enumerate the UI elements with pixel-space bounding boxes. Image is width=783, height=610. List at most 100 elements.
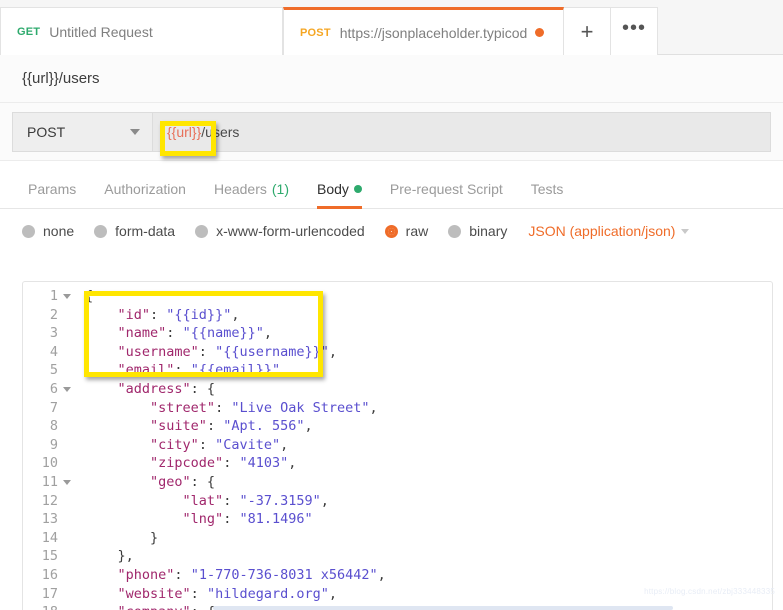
radio-form-data-label: form-data (115, 223, 176, 239)
editor-line-number: 15 (23, 547, 77, 566)
editor-line-number: 9 (23, 436, 77, 455)
editor-line-number: 14 (23, 529, 77, 548)
gutter-spacer (63, 405, 71, 410)
http-method-select[interactable]: POST (12, 111, 152, 152)
tab-title-label: Untitled Request (49, 23, 153, 40)
http-method-value: POST (27, 123, 66, 140)
editor-line-number: 5 (23, 361, 77, 380)
editor-code-line: "street": "Live Oak Street", (150, 399, 378, 416)
editor-line-number: 13 (23, 510, 77, 529)
request-body-editor[interactable]: 123456789101112131415161718 { "id": "{{i… (22, 281, 773, 610)
gutter-spacer (63, 312, 71, 317)
gutter-spacer (63, 461, 71, 466)
body-type-radio-group: none form-data x-www-form-urlencoded raw… (0, 209, 783, 253)
chevron-down-icon (681, 228, 690, 234)
watermark-text: https://blog.csdn.net/zbj333448335 (644, 587, 775, 596)
tab-pre-request-script[interactable]: Pre-request Script (376, 181, 517, 208)
gutter-spacer (63, 331, 71, 336)
editor-code-line: "email": "{{email}}", (117, 362, 289, 379)
radio-button-selected-icon (384, 224, 398, 238)
tab-title-label: https://jsonplaceholder.typicod (339, 24, 528, 41)
editor-line-number: 17 (23, 585, 77, 604)
gutter-spacer (63, 554, 71, 559)
headers-count-badge: (1) (271, 181, 289, 197)
tab-body[interactable]: Body (303, 181, 376, 209)
tab-pre-request-script-label: Pre-request Script (389, 181, 503, 197)
tab-authorization[interactable]: Authorization (90, 181, 200, 208)
editor-line-number: 7 (23, 399, 77, 418)
tab-options-button[interactable]: ••• (611, 7, 658, 55)
radio-button-icon (195, 224, 209, 238)
editor-code-line: "name": "{{name}}", (117, 325, 272, 342)
radio-button-icon (22, 224, 35, 238)
editor-code-line: "phone": "1-770-736-8031 x56442", (117, 566, 386, 583)
editor-code-line: { (85, 288, 94, 304)
body-format-value: JSON (application/json) (528, 223, 676, 239)
gutter-spacer (63, 573, 71, 578)
editor-code-line: "lng": "81.1496" (182, 511, 313, 528)
gutter-spacer (63, 424, 71, 429)
radio-binary-label: binary (469, 223, 508, 239)
gutter-spacer (63, 498, 71, 503)
editor-code-line: "id": "{{id}}", (117, 306, 240, 323)
editor-code-line: "lat": "-37.3159", (182, 492, 329, 509)
radio-binary[interactable]: binary (448, 223, 507, 239)
tab-headers[interactable]: Headers (1) (200, 181, 303, 208)
editor-horizontal-scrollbar[interactable] (213, 606, 673, 610)
gutter-spacer (63, 536, 71, 541)
gutter-spacer (63, 591, 71, 596)
radio-button-icon (448, 224, 462, 238)
gutter-spacer (63, 517, 71, 522)
url-path-text: /users (201, 123, 240, 140)
editor-code-area[interactable]: { "id": "{{id}}", "name": "{{name}}", "u… (77, 287, 772, 610)
url-input[interactable]: {{url}}/users (152, 111, 771, 152)
code-fold-icon[interactable] (63, 386, 71, 392)
editor-code-line: } (85, 529, 159, 546)
tab-tests[interactable]: Tests (517, 181, 578, 208)
editor-line-number: 16 (23, 566, 77, 585)
editor-line-number: 1 (23, 287, 77, 306)
editor-code-line: "city": "Cavite", (150, 436, 289, 453)
editor-line-number: 10 (23, 454, 77, 473)
radio-raw[interactable]: raw (384, 223, 429, 239)
gutter-spacer (63, 443, 71, 448)
editor-line-number: 8 (23, 417, 77, 436)
request-tab-untitled[interactable]: GET Untitled Request (0, 7, 283, 55)
editor-code-line: }, (85, 548, 134, 565)
editor-line-number-gutter: 123456789101112131415161718 (23, 287, 77, 610)
editor-line-number: 12 (23, 492, 77, 511)
tab-tests-label: Tests (530, 181, 564, 197)
editor-line-number: 18 (23, 603, 77, 610)
editor-line-number: 3 (23, 324, 77, 343)
radio-none-label: none (43, 223, 75, 239)
editor-line-number: 4 (23, 343, 77, 362)
tab-params[interactable]: Params (14, 181, 90, 208)
new-tab-button[interactable]: + (564, 7, 611, 55)
request-tab-jsonplaceholder[interactable]: POST https://jsonplaceholder.typicod (283, 7, 564, 55)
request-tab-strip: GET Untitled Request POST https://jsonpl… (0, 0, 783, 55)
tab-params-label: Params (28, 181, 77, 197)
radio-x-www-form-urlencoded-label: x-www-form-urlencoded (216, 223, 365, 239)
radio-form-data[interactable]: form-data (94, 223, 175, 239)
request-section-tabs: Params Authorization Headers (1) Body Pr… (0, 161, 783, 209)
request-name-label: {{url}}/users (0, 55, 783, 103)
tab-method-label: GET (17, 25, 41, 38)
code-fold-icon[interactable] (63, 293, 71, 299)
tab-method-label: POST (300, 26, 331, 39)
radio-x-www-form-urlencoded[interactable]: x-www-form-urlencoded (195, 223, 365, 239)
editor-line-number: 2 (23, 306, 77, 325)
code-fold-icon[interactable] (63, 479, 71, 485)
body-format-select[interactable]: JSON (application/json) (528, 223, 690, 239)
editor-line-number: 6 (23, 380, 77, 399)
radio-raw-label: raw (405, 223, 429, 239)
url-bar: POST {{url}}/users (0, 103, 783, 161)
radio-none[interactable]: none (22, 223, 74, 239)
unsaved-changes-dot-icon (535, 28, 545, 37)
tab-headers-label: Headers (213, 181, 267, 197)
editor-code-line: "geo": { (150, 473, 216, 490)
editor-code-line: "address": { (117, 380, 216, 397)
editor-code-line: "username": "{{username}}", (117, 343, 337, 360)
gutter-spacer (63, 368, 71, 373)
editor-code-line: "zipcode": "4103", (150, 455, 297, 472)
tab-authorization-label: Authorization (104, 181, 186, 197)
